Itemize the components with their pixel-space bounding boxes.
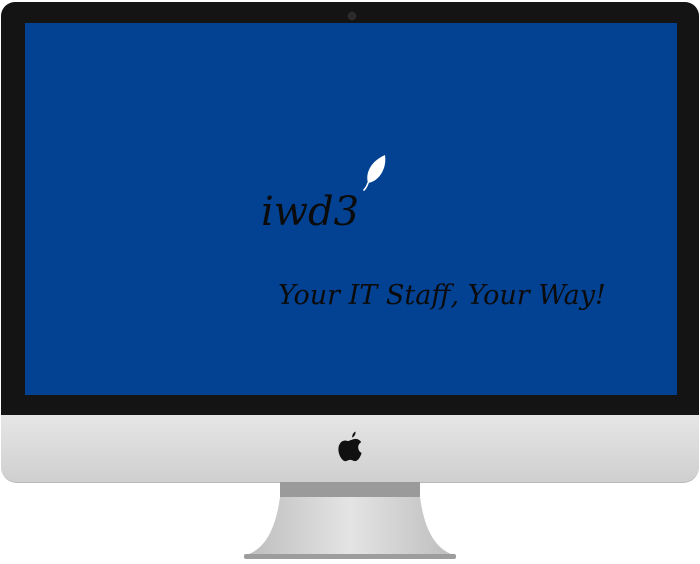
brand-logo-text: iwd3 [261,189,360,235]
brand-tagline: Your IT Staff, Your Way! [278,280,606,311]
apple-icon [338,431,362,462]
desktop-monitor: iwd3 Your IT Staff, Your Way! [0,0,700,564]
stand-neck [280,482,420,498]
leaf-icon [363,155,386,191]
monitor-stand [244,497,456,559]
camera-icon [348,12,356,20]
